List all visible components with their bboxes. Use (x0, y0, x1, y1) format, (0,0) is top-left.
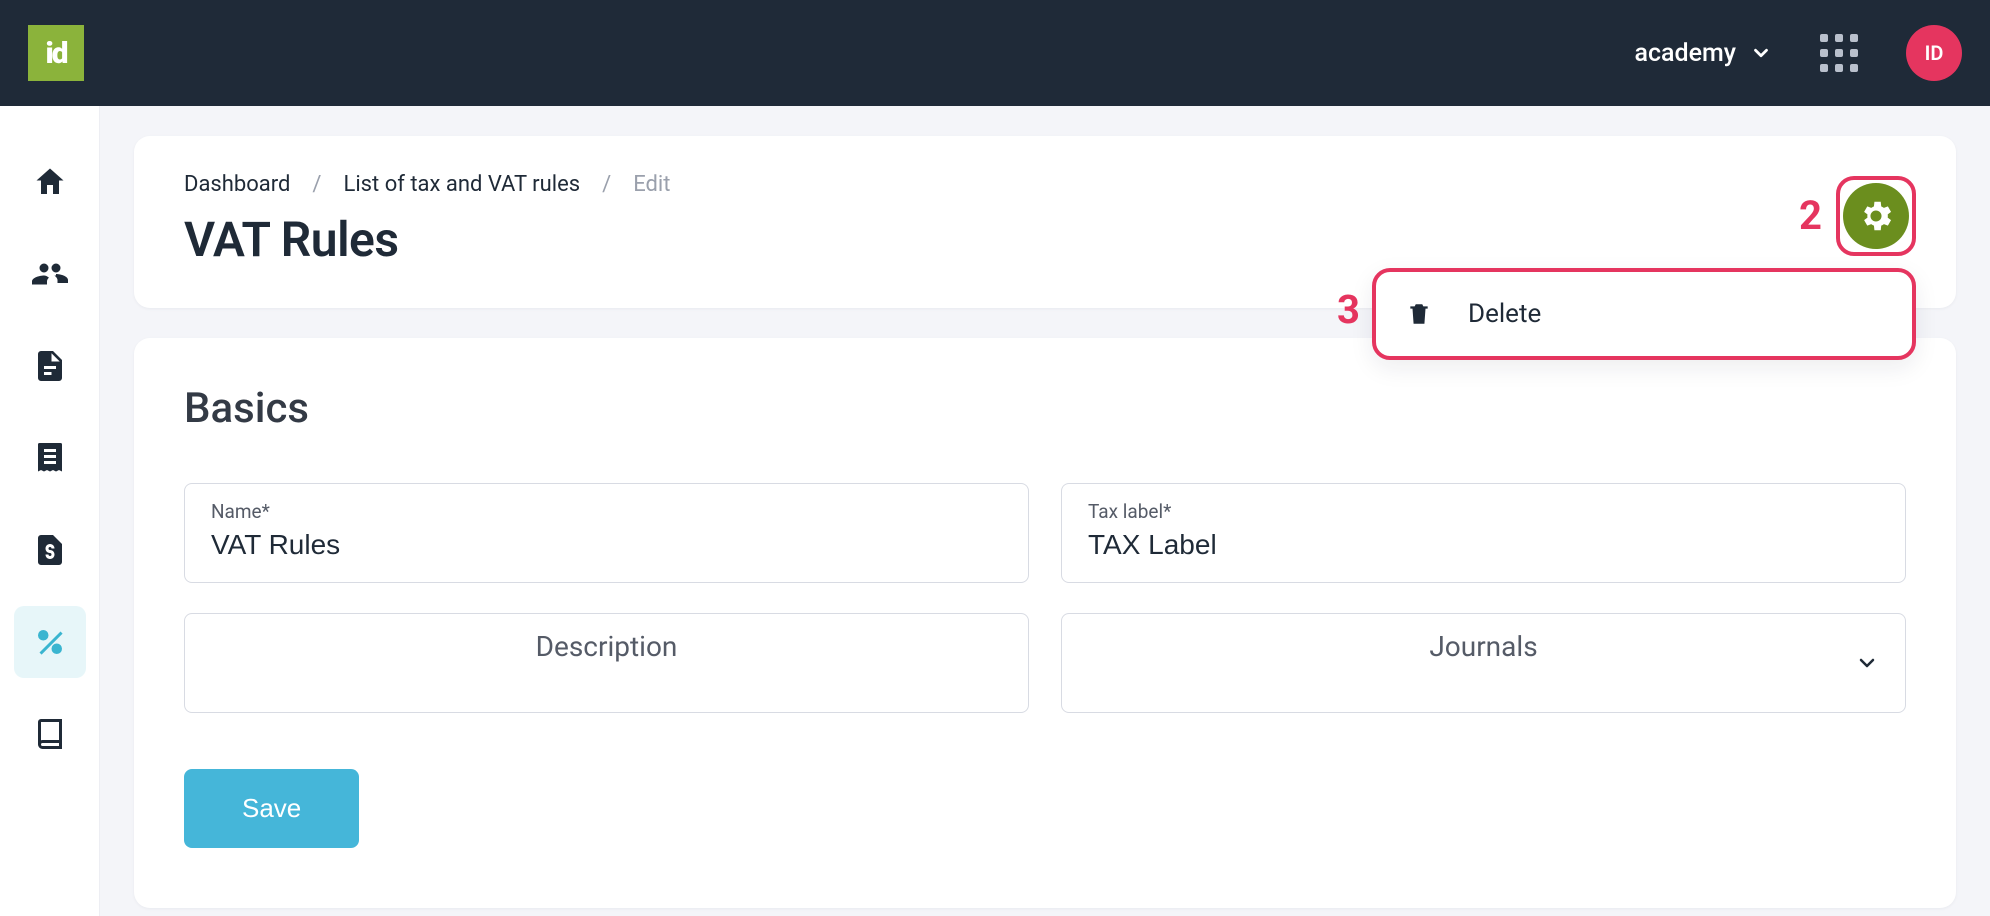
field-description[interactable]: Description (184, 613, 1029, 713)
annotation-number-3: 3 (1337, 286, 1360, 333)
gear-circle (1843, 183, 1909, 249)
delete-label: Delete (1468, 299, 1541, 329)
field-tax-label[interactable]: Tax label* (1061, 483, 1906, 583)
document-icon (32, 348, 68, 384)
sidebar-item-receipts[interactable] (14, 422, 86, 494)
apps-grid-icon[interactable] (1820, 34, 1858, 72)
percent-icon (32, 624, 68, 660)
trash-icon (1406, 301, 1432, 327)
sidebar-item-expenses[interactable] (14, 514, 86, 586)
breadcrumb-separator: / (312, 172, 321, 197)
topbar: id academy ID (0, 0, 1990, 106)
settings-gear-button[interactable] (1836, 176, 1916, 256)
chevron-down-icon (1855, 651, 1879, 675)
brand-logo: id (28, 25, 84, 81)
page-header-card: Dashboard / List of tax and VAT rules / … (134, 136, 1956, 308)
breadcrumb: Dashboard / List of tax and VAT rules / … (184, 172, 1906, 197)
gear-icon (1857, 197, 1895, 235)
breadcrumb-list[interactable]: List of tax and VAT rules (343, 172, 580, 197)
breadcrumb-dashboard[interactable]: Dashboard (184, 172, 290, 197)
sidebar-item-home[interactable] (14, 146, 86, 218)
dollar-file-icon (32, 532, 68, 568)
field-journals[interactable]: Journals (1061, 613, 1906, 713)
user-avatar[interactable]: ID (1906, 25, 1962, 81)
sidebar-item-documents[interactable] (14, 330, 86, 402)
people-icon (32, 256, 68, 292)
workspace-switcher[interactable]: academy (1634, 39, 1772, 68)
form-grid: Name* Tax label* Description Journals (184, 483, 1906, 713)
sidebar-item-ledger[interactable] (14, 698, 86, 770)
page-title: VAT Rules (184, 211, 1906, 268)
tax-label-input[interactable] (1088, 529, 1879, 561)
field-name[interactable]: Name* (184, 483, 1029, 583)
breadcrumb-current: Edit (633, 172, 670, 197)
journals-placeholder: Journals (1429, 630, 1537, 663)
avatar-initials: ID (1925, 41, 1944, 65)
save-button[interactable]: Save (184, 769, 359, 848)
description-placeholder: Description (536, 630, 678, 663)
sidebar-item-contacts[interactable] (14, 238, 86, 310)
tax-label-label: Tax label* (1088, 500, 1879, 523)
annotation-number-2: 2 (1799, 192, 1822, 239)
receipt-icon (32, 440, 68, 476)
topbar-right: academy ID (1634, 25, 1962, 81)
sidebar-item-tax[interactable] (14, 606, 86, 678)
name-input[interactable] (211, 529, 1002, 561)
save-button-label: Save (242, 793, 301, 823)
sidebar (0, 106, 100, 916)
chevron-down-icon (1750, 42, 1772, 64)
settings-menu-delete[interactable]: Delete (1372, 268, 1916, 360)
section-title: Basics (184, 384, 1906, 433)
main-content: Dashboard / List of tax and VAT rules / … (100, 106, 1990, 916)
breadcrumb-separator: / (602, 172, 611, 197)
book-icon (32, 716, 68, 752)
workspace-name: academy (1634, 39, 1736, 68)
form-card: Basics Name* Tax label* Description Jour… (134, 338, 1956, 908)
name-label: Name* (211, 500, 1002, 523)
home-icon (32, 164, 68, 200)
